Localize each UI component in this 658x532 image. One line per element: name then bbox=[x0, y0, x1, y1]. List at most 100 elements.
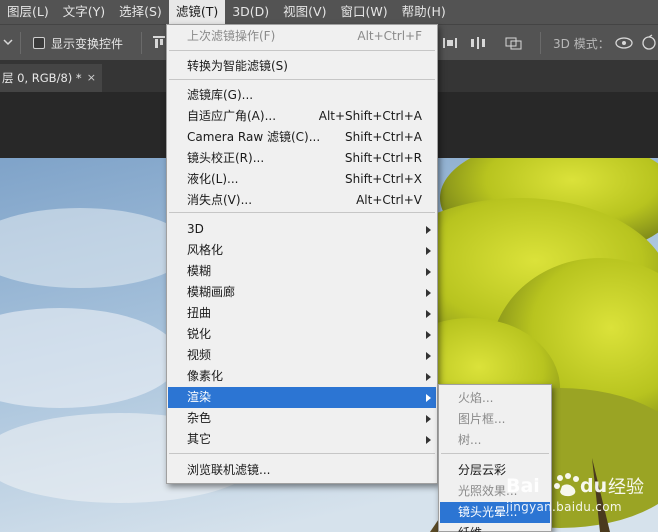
tool-preset-dropdown[interactable] bbox=[2, 36, 14, 51]
divider bbox=[20, 32, 21, 54]
show-transform-checkbox[interactable] bbox=[33, 37, 45, 49]
document-tab[interactable]: 层 0, RGB/8) * × bbox=[0, 64, 102, 92]
filter-menu-item-last-filter[interactable]: 上次滤镜操作(F) Alt+Ctrl+F bbox=[168, 26, 436, 47]
menu-item-label: 自适应广角(A)... bbox=[187, 109, 277, 123]
submenu-arrow-icon bbox=[426, 436, 431, 444]
menu-item-shortcut: Alt+Ctrl+V bbox=[356, 193, 422, 207]
menu-select[interactable]: 选择(S) bbox=[112, 0, 169, 24]
filter-menu-item-other[interactable]: 其它 bbox=[168, 429, 436, 450]
svg-text:du: du bbox=[580, 475, 607, 497]
menu-item-shortcut: Shift+Ctrl+X bbox=[345, 172, 422, 186]
3d-roll-icon[interactable] bbox=[640, 34, 658, 55]
menu-separator bbox=[169, 212, 435, 213]
svg-text:Bai: Bai bbox=[506, 475, 540, 497]
submenu-arrow-icon bbox=[426, 310, 431, 318]
submenu-arrow-icon bbox=[426, 352, 431, 360]
menu-item-label: 浏览联机滤镜... bbox=[187, 463, 271, 477]
menu-item-label: 图片框... bbox=[458, 412, 506, 426]
menu-filter[interactable]: 滤镜(T) bbox=[168, 0, 226, 24]
auto-align-icon[interactable] bbox=[505, 35, 523, 54]
submenu-arrow-icon bbox=[426, 226, 431, 234]
menu-item-label: 杂色 bbox=[187, 411, 212, 425]
menu-item-label: 其它 bbox=[187, 432, 212, 446]
3d-mode-label: 3D 模式： bbox=[553, 37, 610, 51]
menu-item-label: 锐化 bbox=[187, 327, 212, 341]
render-submenu-item-fibers[interactable]: 纤维... bbox=[440, 523, 550, 532]
filter-menu-item-pixelate[interactable]: 像素化 bbox=[168, 366, 436, 387]
filter-menu-item-video[interactable]: 视频 bbox=[168, 345, 436, 366]
show-transform-label: 显示变换控件 bbox=[51, 37, 124, 51]
filter-menu: 上次滤镜操作(F) Alt+Ctrl+F 转换为智能滤镜(S) 滤镜库(G)... 自适… bbox=[166, 24, 438, 484]
filter-menu-item-3d[interactable]: 3D bbox=[168, 219, 436, 240]
menu-item-label: 转换为智能滤镜(S) bbox=[187, 59, 288, 73]
filter-menu-item-liquify[interactable]: 液化(L)... Shift+Ctrl+X bbox=[168, 169, 436, 190]
menu-help[interactable]: 帮助(H) bbox=[395, 0, 453, 24]
menu-item-shortcut: Shift+Ctrl+R bbox=[344, 151, 422, 165]
filter-menu-item-camera-raw-filter[interactable]: Camera Raw 滤镜(C)... Shift+Ctrl+A bbox=[168, 127, 436, 148]
render-submenu-item-picture-frame[interactable]: 图片框... bbox=[440, 409, 550, 430]
menu-item-label: 模糊 bbox=[187, 264, 212, 278]
chevron-down-icon bbox=[3, 39, 13, 46]
menu-window[interactable]: 窗口(W) bbox=[333, 0, 394, 24]
render-submenu-item-tree[interactable]: 树... bbox=[440, 430, 550, 451]
menu-item-label: 渲染 bbox=[187, 390, 212, 404]
menu-item-label: 模糊画廊 bbox=[187, 285, 236, 299]
divider bbox=[540, 32, 541, 54]
submenu-arrow-icon bbox=[426, 268, 431, 276]
menu-item-label: 风格化 bbox=[187, 243, 224, 257]
close-icon[interactable]: × bbox=[87, 64, 96, 92]
menu-item-label: 树... bbox=[458, 433, 482, 447]
menu-item-shortcut: Alt+Shift+Ctrl+A bbox=[318, 109, 422, 123]
distribute-horizontal-icon[interactable] bbox=[470, 35, 486, 54]
watermark-url: jingyan.baidu.com bbox=[506, 500, 622, 514]
menu-separator bbox=[441, 453, 549, 454]
filter-menu-item-filter-gallery[interactable]: 滤镜库(G)... bbox=[168, 85, 436, 106]
menu-item-label: 视频 bbox=[187, 348, 212, 362]
filter-menu-item-adaptive-wide-angle[interactable]: 自适应广角(A)... Alt+Shift+Ctrl+A bbox=[168, 106, 436, 127]
filter-menu-item-noise[interactable]: 杂色 bbox=[168, 408, 436, 429]
submenu-arrow-icon bbox=[426, 247, 431, 255]
filter-menu-item-blur[interactable]: 模糊 bbox=[168, 261, 436, 282]
align-top-icon[interactable] bbox=[152, 35, 166, 54]
submenu-arrow-icon bbox=[426, 394, 431, 402]
menu-layer[interactable]: 图层(L) bbox=[0, 0, 56, 24]
menu-separator bbox=[169, 79, 435, 80]
submenu-arrow-icon bbox=[426, 289, 431, 297]
menu-item-label: 纤维... bbox=[458, 526, 493, 532]
filter-menu-item-convert-smart-filter[interactable]: 转换为智能滤镜(S) bbox=[168, 56, 436, 77]
menu-item-label: 消失点(V)... bbox=[187, 193, 253, 207]
divider bbox=[141, 32, 142, 54]
menu-item-label: 滤镜库(G)... bbox=[187, 88, 254, 102]
distribute-icon[interactable] bbox=[443, 35, 457, 54]
submenu-arrow-icon bbox=[426, 373, 431, 381]
baidu-logo-icon: Bai du 经验 bbox=[506, 473, 644, 498]
menu-item-label: 3D bbox=[187, 222, 204, 236]
menu-item-label: 像素化 bbox=[187, 369, 224, 383]
menu-3d[interactable]: 3D(D) bbox=[225, 0, 276, 24]
menu-view[interactable]: 视图(V) bbox=[276, 0, 333, 24]
menu-item-label: 扭曲 bbox=[187, 306, 212, 320]
svg-text:经验: 经验 bbox=[608, 477, 644, 498]
menu-item-label: 火焰... bbox=[458, 391, 494, 405]
menu-separator bbox=[169, 453, 435, 454]
menu-item-label: 液化(L)... bbox=[187, 172, 239, 186]
filter-menu-item-browse-online-filters[interactable]: 浏览联机滤镜... bbox=[168, 460, 436, 481]
filter-menu-item-blur-gallery[interactable]: 模糊画廊 bbox=[168, 282, 436, 303]
menu-separator bbox=[169, 50, 435, 51]
render-submenu-item-flame[interactable]: 火焰... bbox=[440, 388, 550, 409]
menu-item-label: 上次滤镜操作(F) bbox=[187, 29, 276, 43]
menu-item-label: Camera Raw 滤镜(C)... bbox=[187, 130, 321, 144]
filter-menu-item-stylize[interactable]: 风格化 bbox=[168, 240, 436, 261]
3d-orbit-icon[interactable] bbox=[614, 34, 634, 55]
filter-menu-item-sharpen[interactable]: 锐化 bbox=[168, 324, 436, 345]
filter-menu-item-render[interactable]: 渲染 bbox=[168, 387, 436, 408]
filter-menu-item-lens-correction[interactable]: 镜头校正(R)... Shift+Ctrl+R bbox=[168, 148, 436, 169]
filter-menu-item-distort[interactable]: 扭曲 bbox=[168, 303, 436, 324]
baidu-watermark: Bai du 经验 jingyan.baidu.com bbox=[506, 472, 654, 516]
menu-item-label: 镜头校正(R)... bbox=[187, 151, 265, 165]
menu-bar: 图层(L) 文字(Y) 选择(S) 滤镜(T) 3D(D) 视图(V) 窗口(W… bbox=[0, 0, 658, 24]
document-tab-label: 层 0, RGB/8) * bbox=[2, 71, 82, 85]
submenu-arrow-icon bbox=[426, 331, 431, 339]
filter-menu-item-vanishing-point[interactable]: 消失点(V)... Alt+Ctrl+V bbox=[168, 190, 436, 211]
menu-type[interactable]: 文字(Y) bbox=[56, 0, 112, 24]
